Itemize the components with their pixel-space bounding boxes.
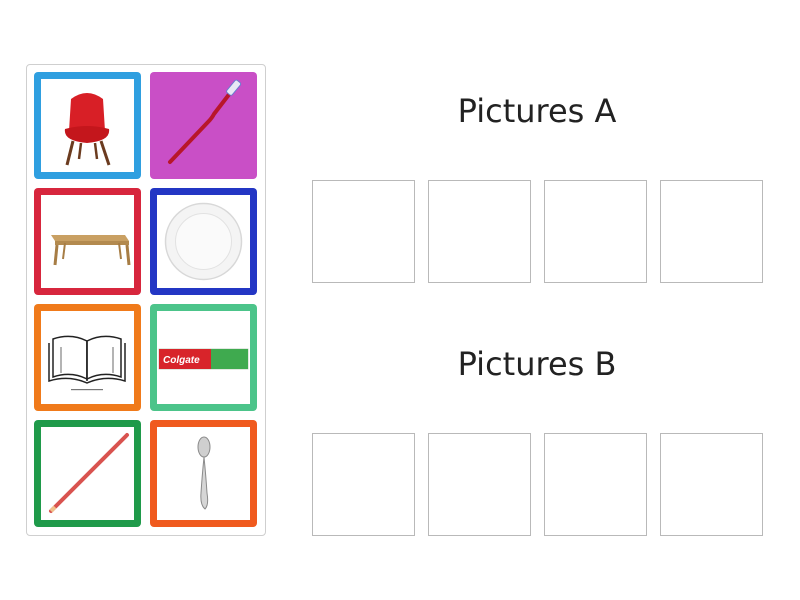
- card-chair[interactable]: [34, 72, 141, 179]
- card-book[interactable]: [34, 304, 141, 411]
- card-spoon-image: [157, 427, 250, 520]
- toothpaste-brand-text: Colgate: [163, 355, 200, 366]
- chair-icon: [64, 93, 111, 166]
- toothbrush-icon: [168, 79, 242, 164]
- book-icon: [48, 335, 126, 391]
- card-toothpaste[interactable]: Colgate: [150, 304, 257, 411]
- pencil-icon: [49, 433, 129, 513]
- card-plate-image: [157, 195, 250, 288]
- toothpaste-icon: Colgate: [158, 348, 249, 370]
- plate-icon: [164, 202, 243, 281]
- card-table[interactable]: [34, 188, 141, 295]
- card-pencil-image: [41, 427, 134, 520]
- table-icon: [51, 235, 131, 266]
- drop-slot-b-1[interactable]: [312, 433, 415, 536]
- group-title-b: Pictures B: [457, 345, 617, 383]
- spoon-icon: [197, 436, 211, 510]
- card-plate[interactable]: [150, 188, 257, 295]
- card-pencil[interactable]: [34, 420, 141, 527]
- drop-slot-a-2[interactable]: [428, 180, 531, 283]
- card-chair-image: [41, 79, 134, 172]
- card-toothbrush[interactable]: [150, 72, 257, 179]
- card-table-image: [41, 195, 134, 288]
- drop-slot-a-3[interactable]: [544, 180, 647, 283]
- group-title-a: Pictures A: [457, 92, 617, 130]
- card-spoon[interactable]: [150, 420, 257, 527]
- drop-slot-b-4[interactable]: [660, 433, 763, 536]
- card-toothpaste-image: Colgate: [157, 311, 250, 404]
- drop-slot-a-4[interactable]: [660, 180, 763, 283]
- drop-slot-b-2[interactable]: [428, 433, 531, 536]
- card-book-image: [41, 311, 134, 404]
- drop-slot-a-1[interactable]: [312, 180, 415, 283]
- drop-slot-b-3[interactable]: [544, 433, 647, 536]
